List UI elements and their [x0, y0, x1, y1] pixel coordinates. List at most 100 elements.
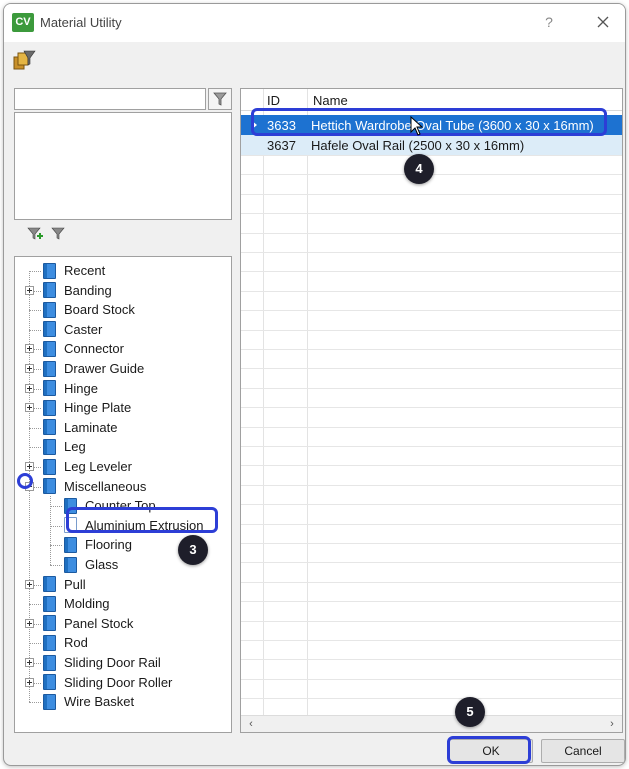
tree-item[interactable]: Hinge — [43, 379, 98, 398]
book-icon — [43, 615, 56, 632]
grid-row-line — [241, 368, 622, 370]
tree-item-label: Sliding Door Roller — [64, 674, 173, 690]
table-row[interactable]: 3637 Hafele Oval Rail (2500 x 30 x 16mm) — [241, 135, 622, 155]
book-icon — [43, 438, 56, 455]
column-header-name[interactable]: Name — [313, 93, 348, 108]
category-filter-input[interactable] — [14, 88, 206, 110]
expand-icon[interactable] — [25, 618, 34, 628]
grid-row-line — [241, 193, 622, 195]
close-button[interactable] — [593, 12, 613, 32]
tree-item-label: Connector — [64, 341, 124, 357]
expand-icon[interactable] — [25, 344, 34, 354]
scroll-right-icon[interactable]: › — [604, 717, 620, 731]
grid-row-line — [241, 659, 622, 661]
book-icon — [43, 576, 56, 593]
tree-item-label: Panel Stock — [64, 615, 134, 631]
add-filter-icon — [27, 227, 43, 240]
book-icon — [43, 262, 56, 279]
tree-item[interactable]: Leg — [43, 437, 86, 456]
help-button[interactable]: ? — [539, 12, 559, 32]
tree-item[interactable]: Recent — [43, 261, 105, 280]
expand-icon[interactable] — [25, 403, 34, 413]
column-header-id[interactable]: ID — [267, 93, 280, 108]
material-filter-tool-button[interactable] — [12, 49, 36, 73]
tree-item[interactable]: Board Stock — [43, 300, 135, 319]
expand-icon[interactable] — [25, 285, 34, 295]
tree-item[interactable]: Laminate — [43, 418, 117, 437]
tree-guide-line — [50, 525, 62, 527]
expand-icon[interactable] — [25, 462, 34, 471]
grid-row-line — [241, 640, 622, 641]
book-icon — [43, 634, 56, 651]
cancel-button[interactable]: Cancel — [541, 739, 625, 763]
tree-item[interactable]: Rod — [43, 633, 88, 652]
tree-item-label: Flooring — [85, 537, 132, 553]
book-icon — [43, 399, 56, 416]
tree-item[interactable]: Wire Basket — [43, 692, 134, 711]
grid-row-line — [241, 271, 622, 273]
scroll-left-icon[interactable]: ‹ — [243, 717, 259, 731]
book-icon — [64, 556, 77, 573]
category-filter-row — [14, 88, 232, 110]
filter-icon — [213, 92, 227, 106]
grid-row-line — [241, 155, 622, 156]
material-grid[interactable]: ID Name 3633 Hettich Wardrobe Oval Tube … — [240, 88, 623, 733]
tree-item[interactable]: Panel Stock — [43, 614, 133, 633]
tree-item-label: Glass — [85, 557, 119, 572]
tree-guide-line — [50, 496, 51, 565]
expand-icon[interactable] — [25, 677, 34, 687]
mouse-cursor-icon — [410, 116, 424, 136]
expand-icon[interactable] — [25, 658, 34, 667]
tree-guide-line — [50, 565, 62, 566]
tree-item[interactable]: Leg Leveler — [43, 457, 132, 476]
grid-row-line — [241, 407, 622, 409]
tree-item[interactable]: Miscellaneous — [43, 477, 146, 496]
grid-row-line — [241, 426, 622, 428]
tree-item[interactable]: Flooring — [64, 535, 132, 554]
tree-item[interactable]: Sliding Door Roller — [43, 673, 172, 692]
grid-row-line — [241, 484, 622, 486]
book-icon — [43, 380, 56, 397]
grid-row-line — [241, 252, 622, 253]
tree-item[interactable]: Glass — [64, 555, 118, 574]
grid-row-line — [241, 446, 622, 447]
expand-icon[interactable] — [25, 364, 34, 373]
category-tree[interactable]: Recent Banding Board Stock Caster Connector D… — [14, 256, 232, 733]
tree-item[interactable]: Drawer Guide — [43, 359, 144, 378]
tree-item[interactable]: Sliding Door Rail — [43, 653, 161, 672]
add-filter-button[interactable] — [26, 225, 44, 243]
apply-filter-button[interactable] — [208, 88, 232, 110]
expand-icon[interactable] — [25, 579, 34, 589]
expand-icon[interactable] — [25, 383, 34, 393]
cell-id: 3637 — [267, 138, 296, 153]
tree-item[interactable]: Molding — [43, 594, 110, 613]
filter-list[interactable] — [14, 112, 232, 220]
remove-filter-button[interactable] — [50, 225, 68, 243]
callout-step-4: 4 — [404, 154, 434, 184]
book-icon — [43, 419, 56, 436]
callout-step-5: 5 — [455, 697, 485, 727]
tree-item-label: Molding — [64, 596, 110, 612]
grid-row-line — [241, 504, 622, 506]
grid-row-line — [241, 310, 622, 312]
tree-item-label: Caster — [64, 321, 103, 337]
tree-item-label: Laminate — [64, 419, 118, 435]
tree-item-label: Miscellaneous — [64, 478, 147, 494]
tree-item[interactable]: Banding — [43, 281, 112, 300]
book-icon — [43, 301, 56, 318]
book-icon — [43, 282, 56, 299]
tree-item[interactable]: Hinge Plate — [43, 398, 131, 417]
tree-guide-line — [29, 329, 41, 331]
tree-item-label: Leg — [64, 439, 86, 455]
tree-item[interactable]: Pull — [43, 575, 86, 594]
book-icon — [43, 693, 56, 710]
tree-item[interactable]: Connector — [43, 339, 124, 358]
tree-item-label: Recent — [64, 263, 106, 278]
grid-row-line — [241, 290, 622, 292]
grid-row-line — [241, 562, 622, 564]
horizontal-scrollbar[interactable]: ‹ › — [241, 715, 622, 732]
grid-row-line — [241, 232, 622, 234]
tree-guide-line — [29, 702, 41, 704]
tree-item-label: Leg Leveler — [64, 459, 132, 474]
tree-item[interactable]: Caster — [43, 320, 102, 339]
